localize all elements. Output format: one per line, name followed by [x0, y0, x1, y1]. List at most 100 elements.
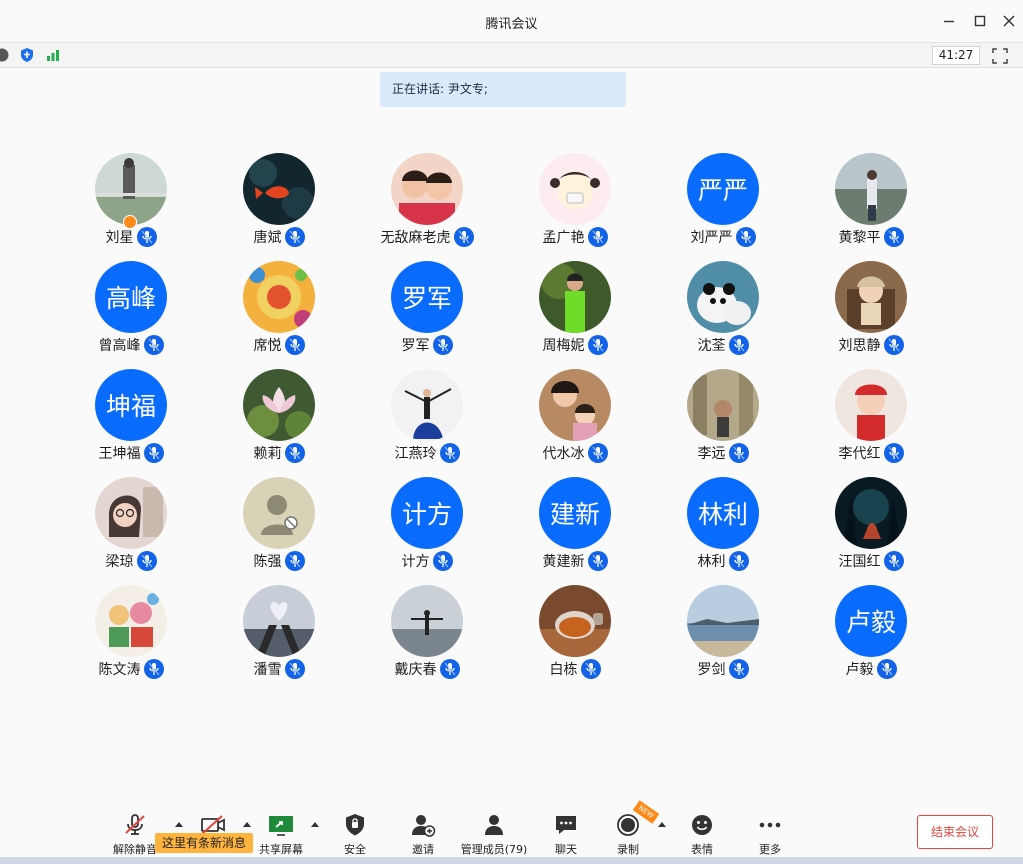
- avatar-photo: [835, 477, 907, 549]
- avatar-photo: [95, 585, 167, 657]
- share-options-caret[interactable]: [311, 822, 319, 827]
- participant-tile[interactable]: 陈强: [205, 477, 353, 577]
- mic-muted-icon: [284, 335, 305, 355]
- avatar-photo: [243, 261, 315, 333]
- participant-name-row: 林利: [649, 550, 797, 572]
- minimize-icon[interactable]: [938, 10, 960, 32]
- participant-tile[interactable]: 陈文涛: [57, 585, 205, 685]
- avatar-photo: [835, 153, 907, 225]
- participant-name-row: 计方: [353, 550, 501, 572]
- mic-muted-icon: [728, 551, 749, 571]
- avatar-photo: [243, 369, 315, 441]
- participant-tile[interactable]: 孟广艳: [501, 153, 649, 253]
- meeting-timer: 41:27: [932, 46, 980, 65]
- participant-tile[interactable]: 唐斌: [205, 153, 353, 253]
- mic-muted-icon: [883, 551, 904, 571]
- participant-name: 刘思静: [838, 338, 881, 354]
- participant-name-row: 席悦: [205, 334, 353, 356]
- more-label: 更多: [759, 843, 781, 856]
- share-screen-button[interactable]: 共享屏幕: [257, 812, 305, 858]
- audio-options-caret[interactable]: [175, 822, 183, 827]
- chat-icon: [546, 812, 586, 838]
- mic-muted-icon: [587, 335, 608, 355]
- participant-tile[interactable]: 白栋: [501, 585, 649, 685]
- participant-name: 赖莉: [253, 446, 282, 462]
- record-options-caret[interactable]: [658, 822, 666, 827]
- avatar-initials: 计方: [391, 477, 463, 549]
- participant-tile[interactable]: 汪国红: [797, 477, 945, 577]
- manage-members-button[interactable]: 管理成员(79): [459, 812, 529, 858]
- participant-name-row: 李远: [649, 442, 797, 464]
- participant-tile[interactable]: 刘星: [57, 153, 205, 253]
- participant-tile[interactable]: 计方 计方: [353, 477, 501, 577]
- share-screen-label: 共享屏幕: [259, 843, 303, 856]
- close-icon[interactable]: [998, 10, 1020, 32]
- avatar-photo: [243, 585, 315, 657]
- mic-muted-icon: [876, 659, 897, 679]
- unmute-button[interactable]: 解除静音: [110, 812, 160, 858]
- participant-name: 计方: [401, 554, 430, 570]
- mic-muted-icon: [110, 812, 160, 838]
- participant-name: 戴庆春: [394, 662, 437, 678]
- fullscreen-icon[interactable]: [991, 47, 1009, 65]
- participant-tile[interactable]: 席悦: [205, 261, 353, 361]
- participant-name: 席悦: [253, 338, 282, 354]
- smile-icon: [682, 812, 722, 838]
- participant-name-row: 无敌麻老虎: [353, 226, 501, 248]
- participant-tile[interactable]: 戴庆春: [353, 585, 501, 685]
- chat-button[interactable]: 聊天: [546, 812, 586, 858]
- participant-tile[interactable]: 罗剑: [649, 585, 797, 685]
- maximize-icon[interactable]: [969, 10, 991, 32]
- end-meeting-button[interactable]: 结束会议: [917, 815, 993, 849]
- participant-tile[interactable]: 沈荃: [649, 261, 797, 361]
- avatar-initials: 高峰: [95, 261, 167, 333]
- participant-name: 李远: [697, 446, 726, 462]
- new-message-toast[interactable]: 这里有条新消息: [155, 833, 253, 853]
- participant-tile[interactable]: 无敌麻老虎: [353, 153, 501, 253]
- participant-tile[interactable]: 李远: [649, 369, 797, 469]
- participant-tile[interactable]: 刘思静: [797, 261, 945, 361]
- participant-name-row: 罗军: [353, 334, 501, 356]
- participant-tile[interactable]: 罗军 罗军: [353, 261, 501, 361]
- shield-icon[interactable]: [19, 47, 35, 63]
- participant-tile[interactable]: 高峰 曾高峰: [57, 261, 205, 361]
- participant-name-row: 刘星: [57, 226, 205, 248]
- avatar-photo: [687, 585, 759, 657]
- mic-muted-icon: [284, 443, 305, 463]
- security-button[interactable]: 安全: [335, 812, 375, 858]
- participant-tile[interactable]: 周梅妮: [501, 261, 649, 361]
- participant-name-row: 江燕玲: [353, 442, 501, 464]
- invite-button[interactable]: 邀请: [403, 812, 443, 858]
- participant-tile[interactable]: 梁琼: [57, 477, 205, 577]
- participant-tile[interactable]: 卢毅 卢毅: [797, 585, 945, 685]
- mic-muted-icon: [143, 443, 164, 463]
- more-button[interactable]: 更多: [750, 812, 790, 858]
- participant-name: 曾高峰: [98, 338, 141, 354]
- participant-tile[interactable]: 坤福 王坤福: [57, 369, 205, 469]
- participant-tile[interactable]: 潘雪: [205, 585, 353, 685]
- participant-name-row: 黄建新: [501, 550, 649, 572]
- participant-tile[interactable]: 建新 黄建新: [501, 477, 649, 577]
- signal-icon[interactable]: [45, 47, 61, 63]
- meeting-info-icon[interactable]: [0, 47, 10, 63]
- security-shield-icon: [335, 812, 375, 838]
- participant-tile[interactable]: 严严 刘严严: [649, 153, 797, 253]
- participant-tile[interactable]: 林利 林利: [649, 477, 797, 577]
- participant-name: 刘星: [105, 230, 134, 246]
- reactions-button[interactable]: 表情: [682, 812, 722, 858]
- participant-tile[interactable]: 李代红: [797, 369, 945, 469]
- record-button[interactable]: 录制: [608, 812, 648, 858]
- avatar-photo: [539, 585, 611, 657]
- participant-tile[interactable]: 江燕玲: [353, 369, 501, 469]
- window-title: 腾讯会议: [485, 17, 538, 32]
- participant-tile[interactable]: 代水冰: [501, 369, 649, 469]
- avatar-photo: [539, 261, 611, 333]
- unmute-label: 解除静音: [113, 843, 157, 856]
- video-options-caret[interactable]: [243, 822, 251, 827]
- mic-muted-icon: [136, 227, 157, 247]
- mic-muted-icon: [587, 443, 608, 463]
- avatar-initials: 林利: [687, 477, 759, 549]
- avatar-photo: [391, 585, 463, 657]
- participant-tile[interactable]: 黄黎平: [797, 153, 945, 253]
- participant-tile[interactable]: 赖莉: [205, 369, 353, 469]
